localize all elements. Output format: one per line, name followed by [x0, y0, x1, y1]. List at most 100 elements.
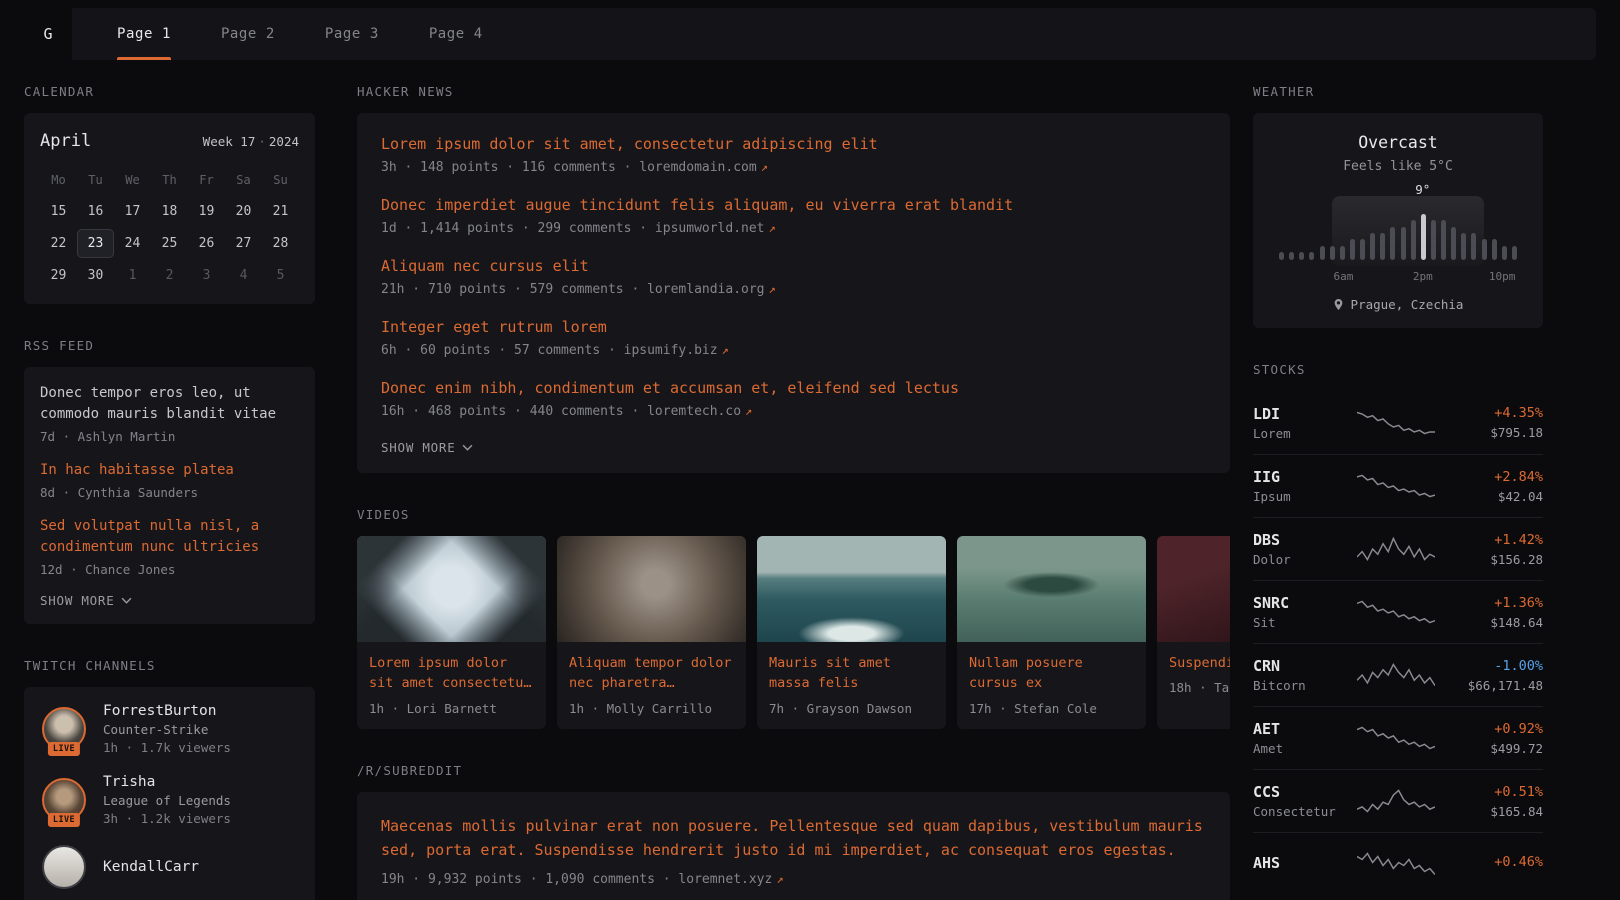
- rss-item[interactable]: Donec tempor eros leo, ut commodo mauris…: [40, 383, 299, 444]
- calendar-day: 16: [77, 197, 114, 226]
- video-card[interactable]: Lorem ipsum dolor sit amet consectetu… 1…: [357, 536, 546, 729]
- stock-row[interactable]: DBSDolor +1.42%$156.28: [1253, 517, 1543, 580]
- twitch-channel[interactable]: KendallCarr: [40, 845, 299, 889]
- news-item-title[interactable]: Aliquam nec cursus elit: [381, 257, 1206, 275]
- live-badge: LIVE: [48, 813, 80, 827]
- stock-ticker: AHS: [1253, 854, 1349, 872]
- rss-show-more-button[interactable]: SHOW MORE: [40, 593, 299, 608]
- video-title[interactable]: Mauris sit amet massa felis: [757, 642, 946, 694]
- external-link-icon[interactable]: ↗: [745, 404, 752, 418]
- news-item: Lorem ipsum dolor sit amet, consectetur …: [381, 135, 1206, 175]
- stock-price: $156.28: [1443, 552, 1543, 567]
- video-meta: 17h · Stefan Cole: [957, 694, 1146, 729]
- hour-labels: 6am2pm10pm: [1279, 270, 1517, 284]
- tab-page-3[interactable]: Page 3: [300, 8, 404, 60]
- channel-category: League of Legends: [103, 793, 231, 808]
- stock-ticker: SNRC: [1253, 594, 1349, 612]
- stock-ticker: AET: [1253, 720, 1349, 738]
- video-title[interactable]: Lorem ipsum dolor sit amet consectetu…: [357, 642, 546, 694]
- stock-price: $66,171.48: [1443, 678, 1543, 693]
- tab-page-4[interactable]: Page 4: [404, 8, 508, 60]
- rss-item-title[interactable]: In hac habitasse platea: [40, 460, 299, 481]
- video-card[interactable]: Nullam posuere cursus ex 17h · Stefan Co…: [957, 536, 1146, 729]
- channel-name[interactable]: KendallCarr: [103, 859, 199, 875]
- stock-row[interactable]: SNRCSit +1.36%$148.64: [1253, 580, 1543, 643]
- video-thumbnail[interactable]: [757, 536, 946, 642]
- weather-widget-title: WEATHER: [1253, 84, 1543, 99]
- hacker-news-show-more-button[interactable]: SHOW MORE: [381, 440, 1206, 455]
- video-thumbnail[interactable]: [957, 536, 1146, 642]
- news-item: Aliquam nec cursus elit 21h · 710 points…: [381, 257, 1206, 297]
- live-badge: LIVE: [48, 742, 80, 756]
- weather-bar: [1431, 220, 1436, 260]
- chevron-down-icon: [462, 444, 473, 451]
- tab-page-1[interactable]: Page 1: [92, 8, 196, 60]
- video-card[interactable]: Suspendisse diam 18h · Tara: [1157, 536, 1230, 729]
- external-link-icon[interactable]: ↗: [769, 282, 776, 296]
- hour-label: 6am: [1334, 270, 1354, 283]
- dashboard: CALENDAR April Week 17·2024 MoTuWeThFrSa…: [0, 60, 1620, 900]
- stock-sparkline: [1357, 409, 1435, 437]
- weather-bar: [1401, 227, 1406, 260]
- calendar-card: April Week 17·2024 MoTuWeThFrSaSu1516171…: [24, 113, 315, 304]
- avatar: LIVE: [40, 778, 88, 822]
- stock-price: $165.84: [1443, 804, 1543, 819]
- calendar-day: 3: [188, 261, 225, 290]
- news-item-title[interactable]: Integer eget rutrum lorem: [381, 318, 1206, 336]
- rss-item[interactable]: Sed volutpat nulla nisl, a condimentum n…: [40, 516, 299, 577]
- weather-bar: [1320, 246, 1325, 260]
- stock-row[interactable]: IIGIpsum +2.84%$42.04: [1253, 454, 1543, 517]
- hour-label: 2pm: [1413, 270, 1433, 283]
- stock-sparkline: [1357, 598, 1435, 626]
- twitch-channel[interactable]: LIVE ForrestBurton Counter-Strike 1h · 1…: [40, 703, 299, 755]
- news-item-title[interactable]: Donec enim nibh, condimentum et accumsan…: [381, 379, 1206, 397]
- stocks-widget-title: STOCKS: [1253, 362, 1543, 377]
- video-thumbnail[interactable]: [557, 536, 746, 642]
- news-item: Integer eget rutrum lorem 6h · 60 points…: [381, 318, 1206, 358]
- rss-item[interactable]: In hac habitasse platea 8d · Cynthia Sau…: [40, 460, 299, 500]
- tab-page-2[interactable]: Page 2: [196, 8, 300, 60]
- channel-name[interactable]: ForrestBurton: [103, 703, 231, 719]
- video-title[interactable]: Aliquam tempor dolor nec pharetra…: [557, 642, 746, 694]
- video-card[interactable]: Mauris sit amet massa felis 7h · Grayson…: [757, 536, 946, 729]
- external-link-icon[interactable]: ↗: [776, 872, 783, 886]
- twitch-channel[interactable]: LIVE Trisha League of Legends 3h · 1.2k …: [40, 774, 299, 826]
- subreddit-widget: /R/SUBREDDIT Maecenas mollis pulvinar er…: [357, 763, 1230, 900]
- news-item-meta: 6h · 60 points · 57 comments · ipsumify.…: [381, 343, 1206, 358]
- weather-bar: [1370, 233, 1375, 260]
- stock-row[interactable]: CRNBitcorn -1.00%$66,171.48: [1253, 643, 1543, 706]
- stock-ticker: CCS: [1253, 783, 1349, 801]
- temperature-label: 9°: [1415, 182, 1430, 197]
- weather-bar: [1512, 246, 1517, 260]
- stock-row[interactable]: AHS +0.46%: [1253, 832, 1543, 895]
- stock-row[interactable]: LDILorem +4.35%$795.18: [1253, 391, 1543, 454]
- weather-bar: [1279, 252, 1284, 260]
- avatar: LIVE: [40, 707, 88, 751]
- video-meta: 7h · Grayson Dawson: [757, 694, 946, 729]
- news-item-title[interactable]: Lorem ipsum dolor sit amet, consectetur …: [381, 135, 1206, 153]
- video-title[interactable]: Suspendisse diam: [1157, 642, 1230, 673]
- calendar-widget: CALENDAR April Week 17·2024 MoTuWeThFrSa…: [24, 84, 315, 304]
- news-item-title[interactable]: Donec imperdiet augue tincidunt felis al…: [381, 196, 1206, 214]
- videos-row: Lorem ipsum dolor sit amet consectetu… 1…: [357, 536, 1230, 729]
- video-title[interactable]: Nullam posuere cursus ex: [957, 642, 1146, 694]
- stock-row[interactable]: CCSConsectetur +0.51%$165.84: [1253, 769, 1543, 832]
- app-logo[interactable]: G: [24, 8, 72, 60]
- channel-name[interactable]: Trisha: [103, 774, 231, 790]
- external-link-icon[interactable]: ↗: [761, 160, 768, 174]
- external-link-icon[interactable]: ↗: [722, 343, 729, 357]
- stock-price: $795.18: [1443, 425, 1543, 440]
- weather-bar: [1350, 239, 1355, 260]
- video-card[interactable]: Aliquam tempor dolor nec pharetra… 1h · …: [557, 536, 746, 729]
- rss-item-title[interactable]: Donec tempor eros leo, ut commodo mauris…: [40, 383, 299, 425]
- video-thumbnail[interactable]: [1157, 536, 1230, 642]
- news-item-meta: 21h · 710 points · 579 comments · loreml…: [381, 282, 1206, 297]
- external-link-icon[interactable]: ↗: [769, 221, 776, 235]
- stock-row[interactable]: AETAmet +0.92%$499.72: [1253, 706, 1543, 769]
- calendar-day: 1: [114, 261, 151, 290]
- post-title[interactable]: Maecenas mollis pulvinar erat non posuer…: [381, 814, 1206, 864]
- video-thumbnail[interactable]: [357, 536, 546, 642]
- stock-price: $148.64: [1443, 615, 1543, 630]
- calendar-day-header: Mo: [40, 165, 77, 194]
- rss-item-title[interactable]: Sed volutpat nulla nisl, a condimentum n…: [40, 516, 299, 558]
